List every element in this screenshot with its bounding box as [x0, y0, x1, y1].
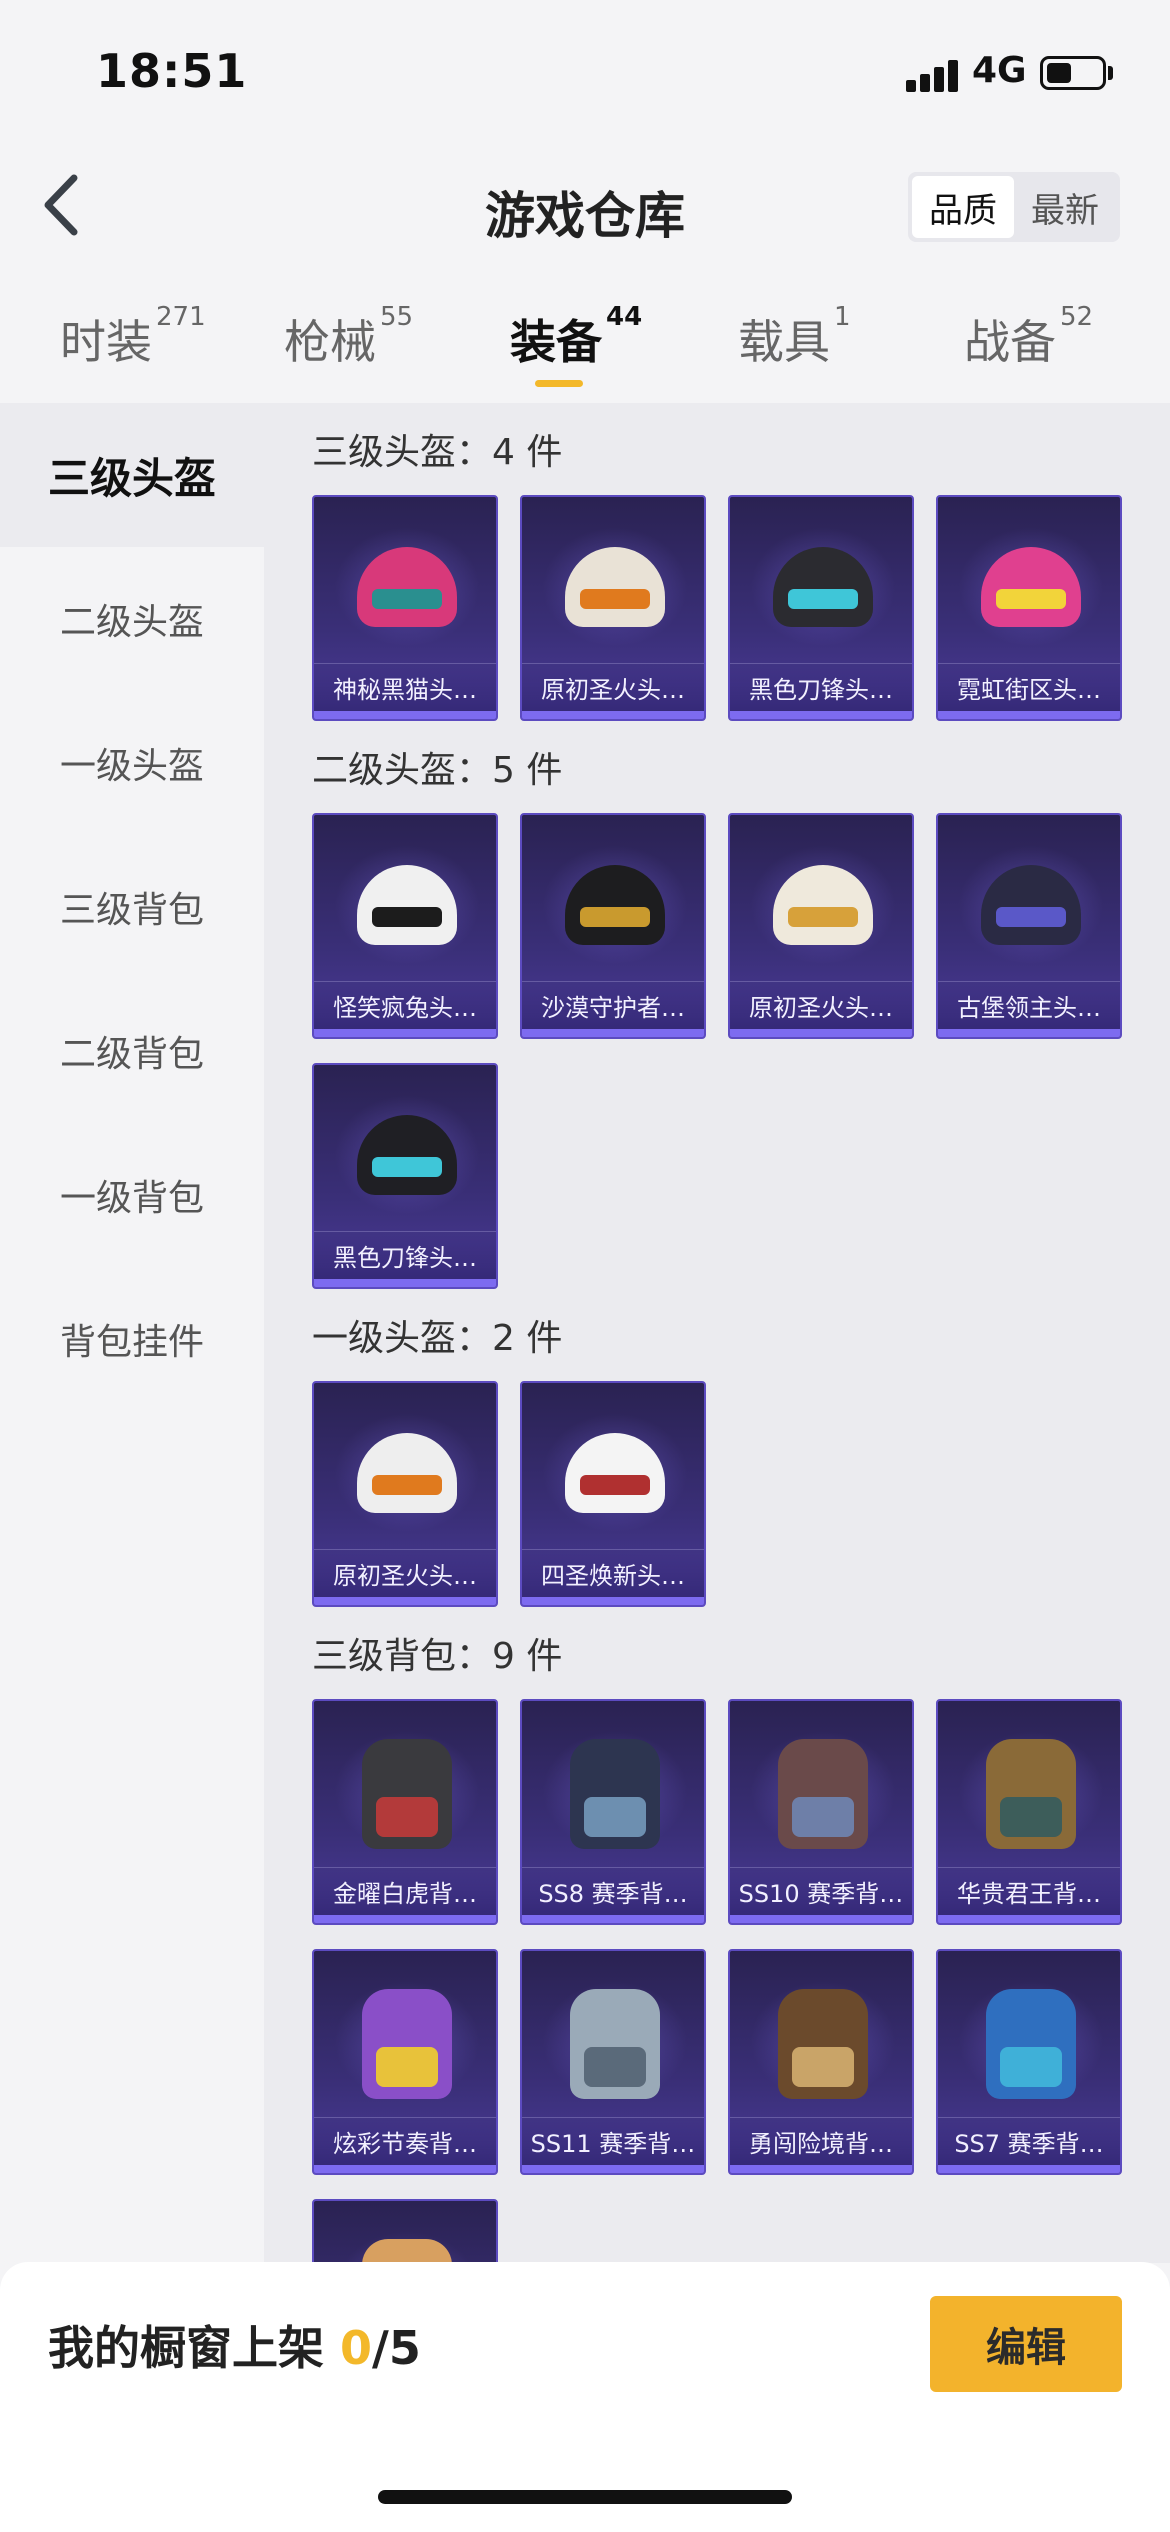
item-name: SS7 赛季背…	[938, 2117, 1120, 2165]
tab-vehicles[interactable]: 载具 1	[738, 302, 851, 372]
item-grid-panel: 三级头盔：4 件 神秘黑猫头… 原初圣火头… 黑色刀锋头… 霓虹街区头… 二级头…	[264, 403, 1170, 2263]
sidebar-item-level3-backpack[interactable]: 三级背包	[0, 835, 264, 979]
item-card[interactable]: 原初圣火头…	[312, 1381, 498, 1607]
sidebar-item-level1-helmet[interactable]: 一级头盔	[0, 691, 264, 835]
item-name: 原初圣火头…	[522, 663, 704, 711]
page-header: 游戏仓库 品质 最新	[0, 140, 1170, 270]
item-name: 怪笑疯兔头…	[314, 981, 496, 1029]
network-label: 4G	[972, 50, 1027, 91]
active-tab-indicator	[535, 380, 583, 387]
item-card[interactable]: 怪笑疯兔头…	[312, 813, 498, 1039]
item-card[interactable]: 金曜白虎背…	[312, 1699, 498, 1925]
showcase-label: 我的橱窗上架	[48, 2321, 341, 2375]
sidebar-item-level2-backpack[interactable]: 二级背包	[0, 979, 264, 1123]
item-name: 华贵君王背…	[938, 1867, 1120, 1915]
sidebar: 三级头盔 二级头盔 一级头盔 三级背包 二级背包 一级背包 背包挂件	[0, 403, 264, 2263]
item-card[interactable]: 四圣焕新头…	[520, 1381, 706, 1607]
tab-weapons[interactable]: 枪械 55	[284, 302, 413, 372]
showcase-status: 我的橱窗上架 0/5	[48, 2312, 421, 2378]
item-card[interactable]: SS11 赛季背…	[520, 1949, 706, 2175]
sidebar-item-level2-helmet[interactable]: 二级头盔	[0, 547, 264, 691]
item-name: 神秘黑猫头…	[314, 663, 496, 711]
item-card[interactable]: 黑色刀锋头…	[312, 1063, 498, 1289]
item-card[interactable]: 原初圣火头…	[728, 813, 914, 1039]
status-bar: 18:51 4G	[0, 0, 1170, 140]
tab-label: 装备	[510, 315, 602, 369]
tab-fashion[interactable]: 时装 271	[60, 302, 206, 372]
battery-tip	[1108, 66, 1113, 80]
tab-count: 52	[1060, 302, 1094, 332]
item-card[interactable]: 勇闯险境背…	[728, 1949, 914, 2175]
category-tabs: 时装 271 枪械 55 装备 44 载具 1 战备 52	[0, 290, 1170, 400]
tab-count: 1	[834, 302, 851, 332]
showcase-total-count: /5	[372, 2321, 421, 2375]
backpack-icon	[362, 2239, 452, 2263]
item-card[interactable]: 古堡领主头…	[936, 813, 1122, 1039]
item-name: SS10 赛季背…	[730, 1867, 912, 1915]
tab-count: 44	[606, 302, 643, 332]
sort-option-latest[interactable]: 最新	[1014, 176, 1116, 238]
tab-equipment[interactable]: 装备 44	[510, 302, 642, 372]
item-name: SS11 赛季背…	[522, 2117, 704, 2165]
item-name: 原初圣火头…	[730, 981, 912, 1029]
tab-label: 载具	[738, 315, 830, 369]
tab-label: 枪械	[284, 315, 376, 369]
tab-label: 战备	[964, 315, 1056, 369]
section-title: 二级头盔：5 件	[312, 750, 563, 791]
item-card[interactable]: 黑色刀锋头…	[728, 495, 914, 721]
sidebar-item-backpack-charm[interactable]: 背包挂件	[0, 1267, 264, 1411]
item-card[interactable]: 神秘黑猫头…	[312, 495, 498, 721]
sort-option-quality[interactable]: 品质	[912, 176, 1014, 238]
sort-toggle: 品质 最新	[908, 172, 1120, 242]
item-name: 四圣焕新头…	[522, 1549, 704, 1597]
edit-button[interactable]: 编辑	[930, 2296, 1122, 2392]
item-name: 炫彩节奏背…	[314, 2117, 496, 2165]
home-indicator[interactable]	[378, 2490, 792, 2504]
sidebar-item-level3-helmet[interactable]: 三级头盔	[0, 403, 264, 547]
tab-supplies[interactable]: 战备 52	[964, 302, 1093, 372]
sidebar-item-level1-backpack[interactable]: 一级背包	[0, 1123, 264, 1267]
battery-icon	[1040, 56, 1106, 90]
item-name: SS8 赛季背…	[522, 1867, 704, 1915]
item-card[interactable]: 霓虹街区头…	[936, 495, 1122, 721]
item-name: 沙漠守护者…	[522, 981, 704, 1029]
tab-label: 时装	[60, 315, 152, 369]
item-name: 金曜白虎背…	[314, 1867, 496, 1915]
item-card[interactable]: SS7 赛季背…	[936, 1949, 1122, 2175]
item-card[interactable]: 沙漠守护者…	[520, 813, 706, 1039]
section-title: 三级背包：9 件	[312, 1636, 563, 1677]
status-time: 18:51	[96, 44, 248, 98]
item-card[interactable]: SS10 赛季背…	[728, 1699, 914, 1925]
item-card[interactable]: 华贵君王背…	[936, 1699, 1122, 1925]
tab-count: 55	[380, 302, 414, 332]
item-name: 黑色刀锋头…	[730, 663, 912, 711]
item-card-partial[interactable]	[312, 2199, 498, 2263]
item-card[interactable]: SS8 赛季背…	[520, 1699, 706, 1925]
item-name: 古堡领主头…	[938, 981, 1120, 1029]
item-name: 勇闯险境背…	[730, 2117, 912, 2165]
section-title: 一级头盔：2 件	[312, 1318, 563, 1359]
showcase-current-count: 0	[340, 2321, 373, 2375]
item-card[interactable]: 炫彩节奏背…	[312, 1949, 498, 2175]
signal-icon	[906, 56, 962, 92]
item-card[interactable]: 原初圣火头…	[520, 495, 706, 721]
tab-count: 271	[156, 302, 206, 332]
section-title: 三级头盔：4 件	[312, 432, 563, 473]
item-name: 黑色刀锋头…	[314, 1231, 496, 1279]
item-name: 霓虹街区头…	[938, 663, 1120, 711]
item-name: 原初圣火头…	[314, 1549, 496, 1597]
